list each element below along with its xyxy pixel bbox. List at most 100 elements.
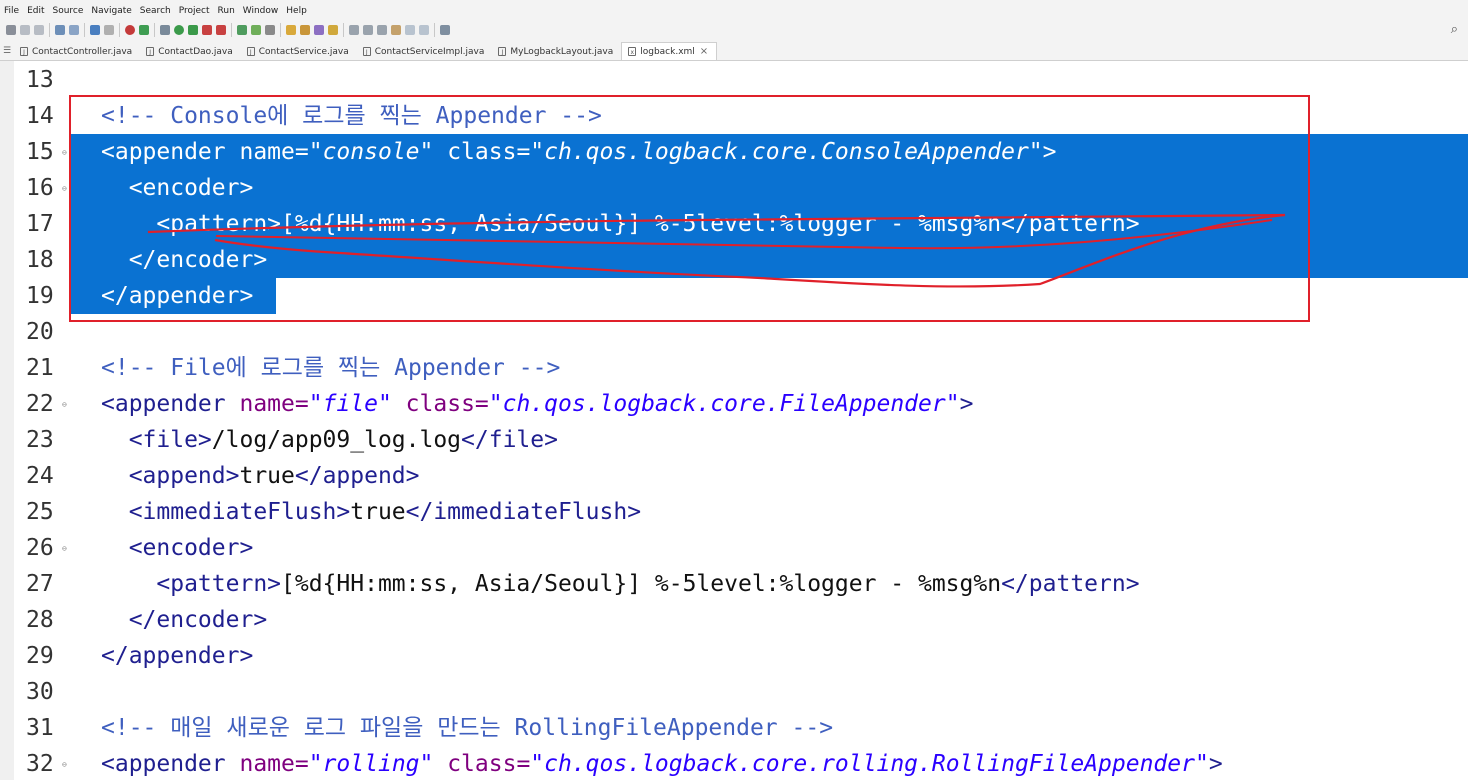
fold-toggle-icon[interactable]: ⊖: [62, 761, 67, 769]
fold-toggle-icon[interactable]: ⊖: [62, 545, 67, 553]
code-line[interactable]: 25 <immediateFlush>true</immediateFlush>: [0, 494, 1468, 530]
code-line[interactable]: 17 <pattern>[%d{HH:mm:ss, Asia/Seoul}] %…: [0, 206, 1468, 242]
code-line[interactable]: 18 </encoder>: [0, 242, 1468, 278]
code-line[interactable]: 32 ⊖ <appender name="rolling" class="ch.qo…: [0, 746, 1468, 782]
line-number: 13: [26, 67, 54, 93]
tab-contactdao[interactable]: J ContactDao.java: [140, 43, 241, 60]
new-class-icon[interactable]: [251, 25, 261, 35]
open-type-icon[interactable]: [286, 25, 296, 35]
code-line[interactable]: 27 <pattern>[%d{HH:mm:ss, Asia/Seoul}] %…: [0, 566, 1468, 602]
debug-icon[interactable]: [160, 25, 170, 35]
fold-toggle-icon[interactable]: ⊖: [62, 401, 67, 409]
line-number: 22: [26, 391, 54, 417]
stop-icon[interactable]: [125, 25, 135, 35]
new-icon[interactable]: [6, 25, 16, 35]
terminal-icon[interactable]: [69, 25, 79, 35]
gear-icon[interactable]: [265, 25, 275, 35]
save-icon[interactable]: [20, 25, 30, 35]
prev-annotation-icon[interactable]: [377, 25, 387, 35]
tab-contactcontroller[interactable]: J ContactController.java: [14, 43, 140, 60]
java-file-icon: J: [20, 47, 28, 56]
code-line[interactable]: 13: [0, 62, 1468, 98]
code-text: </appender>: [101, 638, 253, 674]
line-number: 23: [26, 427, 54, 453]
code-line[interactable]: 23 <file>/log/app09_log.log</file>: [0, 422, 1468, 458]
code-editor[interactable]: 13 14 <!-- Console에 로그를 찍는 Appender --> 15 ⊖…: [0, 61, 1468, 780]
last-edit-icon[interactable]: [391, 25, 401, 35]
back-icon[interactable]: [405, 25, 415, 35]
code-line[interactable]: 26 ⊖ <encoder>: [0, 530, 1468, 566]
console-icon[interactable]: [90, 25, 100, 35]
new-server-icon[interactable]: [237, 25, 247, 35]
line-number: 29: [26, 643, 54, 669]
code-token: <!-- Console에 로그를 찍는 Appender -->: [101, 103, 602, 129]
search-folder-icon[interactable]: [328, 25, 338, 35]
menu-window[interactable]: Window: [239, 6, 283, 16]
tab-contactserviceimpl[interactable]: J ContactServiceImpl.java: [357, 43, 493, 60]
code-token: class=: [433, 751, 531, 777]
menu-source[interactable]: Source: [49, 6, 88, 16]
code-token: name=: [239, 751, 309, 777]
menu-file[interactable]: File: [0, 6, 23, 16]
run-config-icon[interactable]: [188, 25, 198, 35]
edit-icon[interactable]: [314, 25, 324, 35]
code-token: <file>: [101, 427, 212, 453]
fold-toggle-icon[interactable]: ⊖: [62, 185, 67, 193]
line-number: 18: [26, 247, 54, 273]
perspective-icon[interactable]: [440, 25, 450, 35]
code-line[interactable]: 19 </appender>: [0, 278, 1468, 314]
tab-contactservice[interactable]: J ContactService.java: [241, 43, 357, 60]
menu-project[interactable]: Project: [175, 6, 214, 16]
code-line[interactable]: 21 <!-- File에 로그를 찍는 Appender -->: [0, 350, 1468, 386]
tab-mylogbacklayout[interactable]: J MyLogbackLayout.java: [492, 43, 621, 60]
code-token: [%d{HH:mm:ss, Asia/Seoul}] %-5level:%log…: [281, 571, 1002, 597]
code-token: <pattern>: [101, 571, 282, 597]
code-token: <!-- 매일 새로운 로그 파일을 만드는 RollingFileAppend…: [101, 715, 834, 741]
code-line[interactable]: 31 <!-- 매일 새로운 로그 파일을 만드는 RollingFileAppe…: [0, 710, 1468, 746]
code-text: <appender name="console" class="ch.qos.l…: [101, 134, 1057, 170]
run-icon[interactable]: [174, 25, 184, 35]
code-token: </pattern>: [1001, 571, 1140, 597]
code-line[interactable]: 22 ⊖ <appender name="file" class="ch.qos.l…: [0, 386, 1468, 422]
code-line[interactable]: 24 <append>true</append>: [0, 458, 1468, 494]
code-token: >: [1042, 139, 1057, 165]
toolbar-separator: [280, 23, 281, 37]
menu-navigate[interactable]: Navigate: [87, 6, 135, 16]
code-line[interactable]: 30: [0, 674, 1468, 710]
menu-help[interactable]: Help: [282, 6, 311, 16]
code-line[interactable]: 28 </encoder>: [0, 602, 1468, 638]
code-line[interactable]: 14 <!-- Console에 로그를 찍는 Appender -->: [0, 98, 1468, 134]
print-icon[interactable]: [55, 25, 65, 35]
refresh-icon[interactable]: [139, 25, 149, 35]
code-token: <encoder>: [101, 535, 254, 561]
code-token: </encoder>: [101, 607, 268, 633]
tab-logback-xml[interactable]: x logback.xml ×: [621, 42, 718, 60]
menu-search[interactable]: Search: [136, 6, 175, 16]
toolbar-separator: [231, 23, 232, 37]
external-tools-icon[interactable]: [216, 25, 226, 35]
save-all-icon[interactable]: [34, 25, 44, 35]
code-text: <file>/log/app09_log.log</file>: [101, 422, 558, 458]
code-token: <appender: [101, 391, 240, 417]
open-folder-icon[interactable]: [300, 25, 310, 35]
code-line[interactable]: 16 ⊖ <encoder>: [0, 170, 1468, 206]
code-text: </encoder>: [101, 242, 267, 278]
forward-icon[interactable]: [419, 25, 429, 35]
next-annotation-icon[interactable]: [363, 25, 373, 35]
close-icon[interactable]: ×: [700, 46, 708, 57]
menu-run[interactable]: Run: [214, 6, 239, 16]
code-line[interactable]: 29 </appender>: [0, 638, 1468, 674]
stop-server-icon[interactable]: [202, 25, 212, 35]
code-line[interactable]: 20: [0, 314, 1468, 350]
code-token: >: [959, 391, 974, 417]
search-icon[interactable]: ⌕: [1451, 22, 1458, 37]
annotation-icon[interactable]: [349, 25, 359, 35]
skip-icon[interactable]: [104, 25, 114, 35]
code-line[interactable]: 15 ⊖ <appender name="console" class="ch.qo…: [0, 134, 1468, 170]
fold-toggle-icon[interactable]: ⊖: [62, 149, 67, 157]
minimize-icon[interactable]: ☰: [0, 46, 14, 56]
menu-edit[interactable]: Edit: [23, 6, 48, 16]
code-token: "file": [308, 391, 392, 417]
code-text: <!-- 매일 새로운 로그 파일을 만드는 RollingFileAppend…: [101, 710, 833, 746]
code-text: </encoder>: [101, 602, 267, 638]
